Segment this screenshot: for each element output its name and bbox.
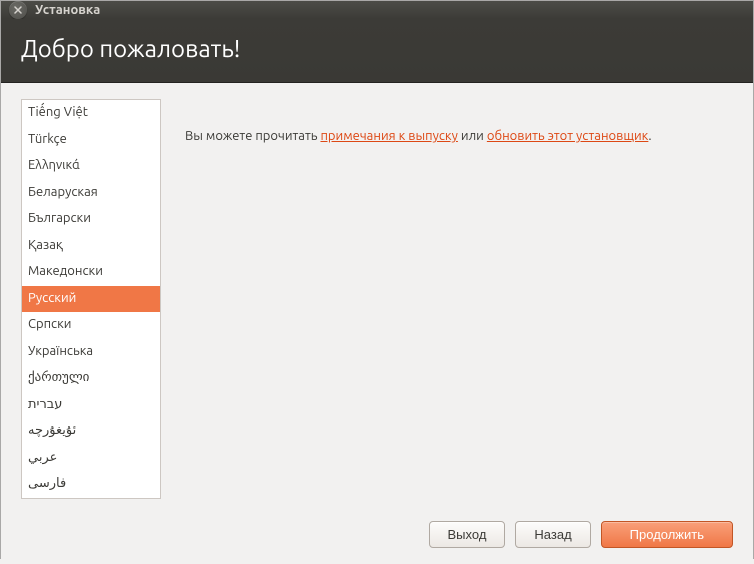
language-item[interactable]: Беларуская bbox=[22, 180, 160, 207]
text-middle: или bbox=[458, 129, 487, 143]
back-button[interactable]: Назад bbox=[515, 521, 590, 548]
language-item[interactable]: Қазақ bbox=[22, 233, 160, 260]
close-button[interactable] bbox=[9, 1, 27, 19]
window-title: Установка bbox=[35, 3, 100, 17]
footer: Выход Назад Продолжить bbox=[1, 511, 753, 564]
language-item[interactable]: Türkçe bbox=[22, 127, 160, 154]
release-notes-text: Вы можете прочитать примечания к выпуску… bbox=[185, 99, 733, 499]
content: Tiếng ViệtTürkçeΕλληνικάБеларускаяБългар… bbox=[1, 83, 753, 511]
release-notes-link[interactable]: примечания к выпуску bbox=[320, 129, 457, 143]
page-title: Добро пожаловать! bbox=[21, 35, 733, 62]
language-item[interactable]: Български bbox=[22, 206, 160, 233]
language-item[interactable]: Українська bbox=[22, 339, 160, 366]
language-item[interactable]: Русский bbox=[22, 286, 160, 313]
language-item[interactable]: Српски bbox=[22, 312, 160, 339]
header: Добро пожаловать! bbox=[1, 19, 753, 83]
language-item[interactable]: فارسی bbox=[22, 471, 160, 498]
language-item[interactable]: ئۇيغۇرچە bbox=[22, 418, 160, 445]
text-before: Вы можете прочитать bbox=[185, 129, 320, 143]
update-installer-link[interactable]: обновить этот установщик bbox=[487, 129, 649, 143]
language-list[interactable]: Tiếng ViệtTürkçeΕλληνικάБеларускаяБългар… bbox=[21, 99, 161, 499]
language-item[interactable]: عربي bbox=[22, 445, 160, 472]
installer-window: Установка Добро пожаловать! Tiếng ViệtTü… bbox=[0, 0, 754, 559]
continue-button[interactable]: Продолжить bbox=[601, 521, 733, 548]
language-item[interactable]: עברית bbox=[22, 392, 160, 419]
close-icon bbox=[14, 6, 22, 14]
language-item[interactable]: Ελληνικά bbox=[22, 153, 160, 180]
titlebar: Установка bbox=[1, 1, 753, 19]
text-after: . bbox=[648, 129, 651, 143]
language-item[interactable]: Tiếng Việt bbox=[22, 100, 160, 127]
language-item[interactable]: ქართული bbox=[22, 365, 160, 392]
language-item[interactable]: Македонски bbox=[22, 259, 160, 286]
quit-button[interactable]: Выход bbox=[429, 521, 506, 548]
